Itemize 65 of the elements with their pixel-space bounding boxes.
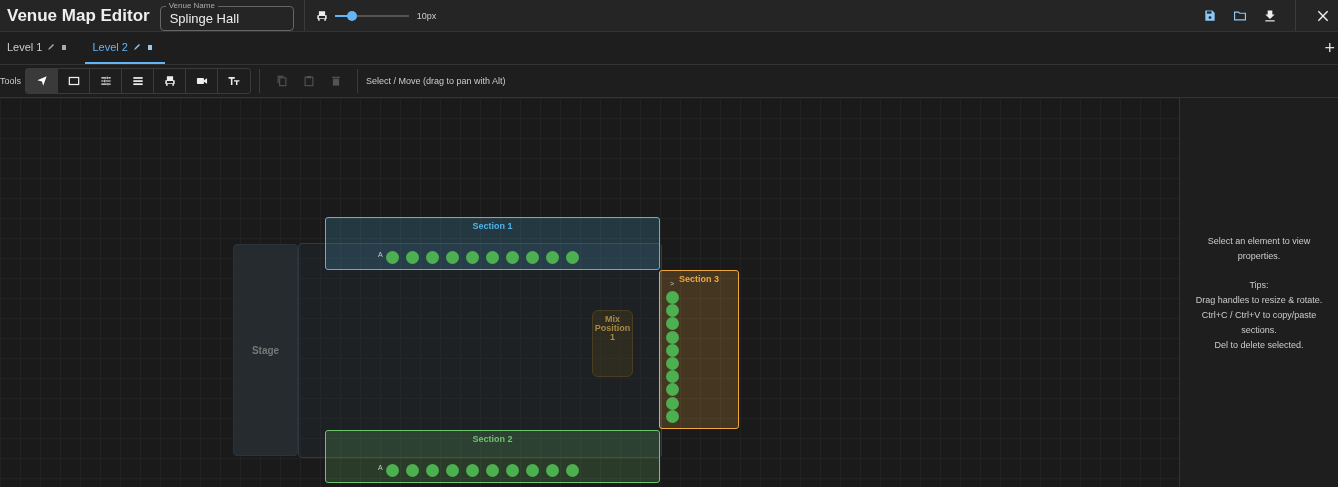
seat-dot[interactable] <box>526 251 539 264</box>
seat-dot[interactable] <box>666 409 679 423</box>
folder-button[interactable] <box>1233 8 1247 23</box>
level-tab[interactable]: Level 1 <box>0 32 80 64</box>
seat-icon <box>314 8 329 23</box>
add-level-button[interactable]: + <box>1321 32 1338 64</box>
pencil-icon[interactable] <box>132 43 141 51</box>
close-icon <box>1316 8 1330 23</box>
seat-dot[interactable] <box>406 464 419 477</box>
seat-dot[interactable] <box>666 291 679 304</box>
tools-label: Tools <box>0 76 21 86</box>
empty-selection-message: Select an element to view properties. <box>1206 234 1312 263</box>
section-name: Section 3 <box>678 274 720 284</box>
tips-heading: Tips: <box>1249 278 1269 292</box>
seat-dot[interactable] <box>666 383 679 397</box>
close-button[interactable] <box>1316 8 1330 23</box>
seat-dot[interactable] <box>546 464 559 477</box>
seat-dot[interactable] <box>666 343 679 357</box>
seat-dot[interactable] <box>406 251 419 264</box>
rectangle-icon <box>66 74 81 88</box>
seat-dot[interactable] <box>566 464 579 477</box>
seat-dot[interactable] <box>666 396 679 410</box>
section-name: Section 2 <box>471 434 514 444</box>
clipboard-icon <box>301 74 316 88</box>
tool-status-text: Select / Move (drag to pan with Alt) <box>366 76 506 86</box>
pencil-icon[interactable] <box>47 43 56 51</box>
sliders-icon <box>98 74 113 88</box>
seat-dot[interactable] <box>666 330 679 344</box>
seat-dot[interactable] <box>426 464 439 477</box>
seat-dot[interactable] <box>666 317 679 331</box>
text-size-icon <box>227 74 241 88</box>
seat-dot[interactable] <box>386 464 399 477</box>
seat-dot[interactable] <box>466 464 479 477</box>
copy-icon <box>274 74 289 88</box>
seat-dot[interactable] <box>386 251 399 264</box>
seat-dot[interactable] <box>526 464 539 477</box>
rows-icon <box>130 74 145 88</box>
tip-text: Ctrl+C / Ctrl+V to copy/paste sections. <box>1200 308 1318 337</box>
seat-dot[interactable] <box>486 464 499 477</box>
seat-dot[interactable] <box>666 370 679 384</box>
folder-icon <box>1233 8 1247 23</box>
seat-dot[interactable] <box>566 251 579 264</box>
seat-dot[interactable] <box>486 251 499 264</box>
seat-dot[interactable] <box>446 251 459 264</box>
seat-dot[interactable] <box>446 464 459 477</box>
app-title: Venue Map Editor <box>6 5 151 26</box>
download-icon <box>1263 8 1277 23</box>
seat-dot[interactable] <box>666 304 679 318</box>
mix-position-area[interactable]: Mix Position 1 <box>592 310 633 377</box>
save-icon <box>1203 8 1217 23</box>
download-button[interactable] <box>1263 8 1277 23</box>
section-name: Section 1 <box>471 221 514 231</box>
seat-dot[interactable] <box>506 251 519 264</box>
tip-text: Drag handles to resize & rotate. <box>1195 293 1323 307</box>
field-label: Venue Name <box>165 1 218 10</box>
seat-dot[interactable] <box>546 251 559 264</box>
save-button[interactable] <box>1203 8 1217 23</box>
seat-dot[interactable] <box>506 464 519 477</box>
seat-size-value: 10px <box>416 10 437 21</box>
seat-icon <box>162 74 177 88</box>
seat-dot[interactable] <box>466 251 479 264</box>
seat-dot[interactable] <box>426 251 439 264</box>
cursor-arrow-tool[interactable] <box>26 69 58 93</box>
seat-dot[interactable] <box>666 357 679 370</box>
tip-text: Del to delete selected. <box>1214 338 1304 352</box>
